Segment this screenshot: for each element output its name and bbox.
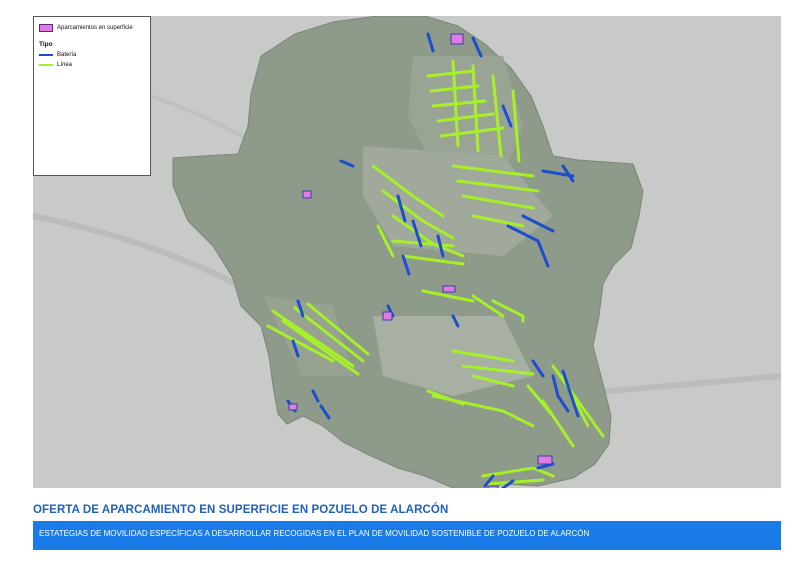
legend-area-swatch [39,24,53,32]
legend-item-linea: Línea [39,60,145,70]
legend-item-bateria: Batería [39,50,145,60]
legend-linea-line [39,64,53,66]
legend-type-heading: Tipo [39,41,53,48]
map-frame[interactable]: Aparcamientos en superficie Tipo Batería… [33,16,781,488]
map-legend: Aparcamientos en superficie Tipo Batería… [33,16,151,176]
legend-surface-parking: Aparcamientos en superficie [39,23,145,33]
legend-bateria-line [39,54,53,56]
map-title: OFERTA DE APARCAMIENTO EN SUPERFICIE EN … [33,504,449,516]
subtitle-banner-text: ESTATEGIAS DE MOVILIDAD ESPECÍFICAS A DE… [39,529,590,538]
legend-bateria-label: Batería [57,52,77,58]
legend-linea-label: Línea [57,62,73,68]
subtitle-banner: ESTATEGIAS DE MOVILIDAD ESPECÍFICAS A DE… [33,521,781,550]
legend-surface-parking-label: Aparcamientos en superficie [57,25,133,31]
